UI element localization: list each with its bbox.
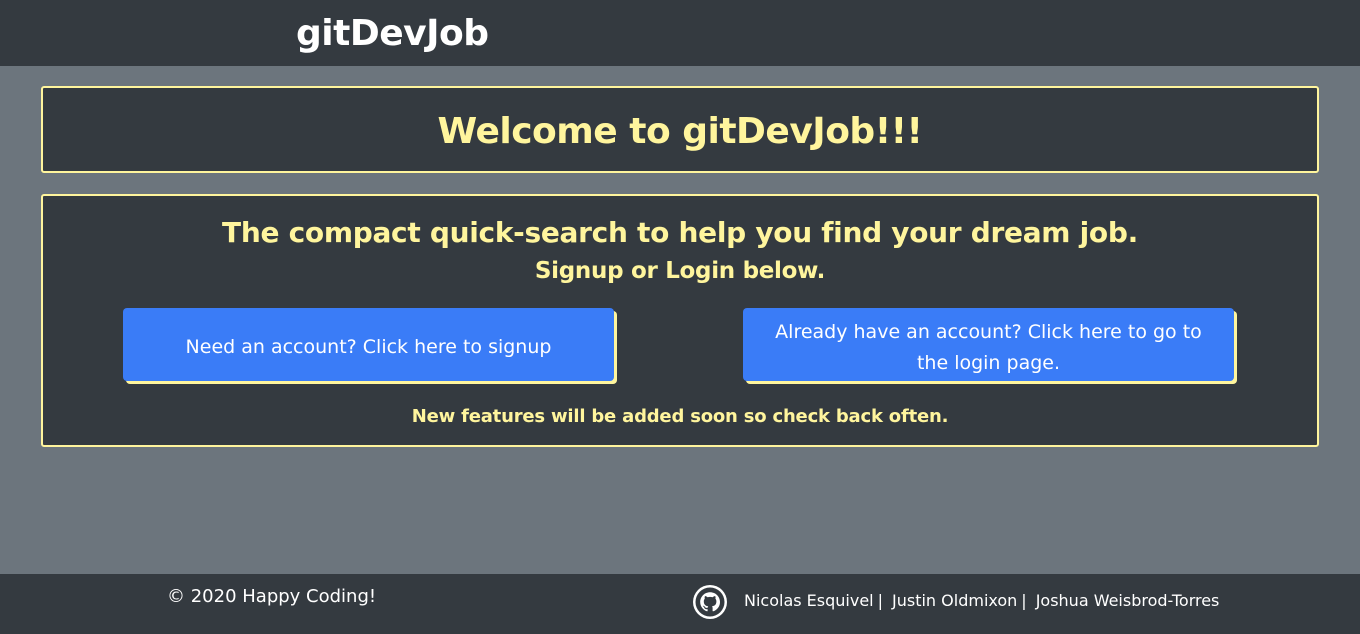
welcome-title: Welcome to gitDevJob!!! [437, 111, 923, 152]
tagline: The compact quick-search to help you fin… [222, 216, 1138, 249]
author-link-justin-oldmixon[interactable]: Justin Oldmixon [892, 591, 1017, 610]
author-link-nicolas-esquivel[interactable]: Nicolas Esquivel [744, 591, 874, 610]
signup-button[interactable]: Need an account? Click here to signup [123, 308, 614, 381]
author-separator: | [877, 591, 884, 610]
intro-card: The compact quick-search to help you fin… [41, 194, 1319, 447]
signup-login-prompt: Signup or Login below. [534, 258, 826, 284]
github-icon[interactable] [692, 584, 728, 620]
author-links: Nicolas Esquivel | Justin Oldmixon | Joshua … [744, 589, 1219, 613]
welcome-card: Welcome to gitDevJob!!! [41, 86, 1319, 173]
brand-logo-text[interactable]: gitDevJob [296, 10, 489, 58]
page-footer: © 2020 Happy Coding! Nicolas Esquivel | Ju… [0, 574, 1360, 634]
copyright-text: © 2020 Happy Coding! [167, 586, 377, 607]
author-separator: | [1021, 591, 1027, 610]
top-navbar: gitDevJob [0, 0, 1360, 66]
new-features-notice: New features will be added soon so check… [411, 406, 949, 427]
login-button[interactable]: Already have an account? Click here to g… [743, 308, 1234, 381]
author-link-joshua-weisbrod-torres[interactable]: Joshua Weisbrod-Torres [1036, 591, 1220, 610]
